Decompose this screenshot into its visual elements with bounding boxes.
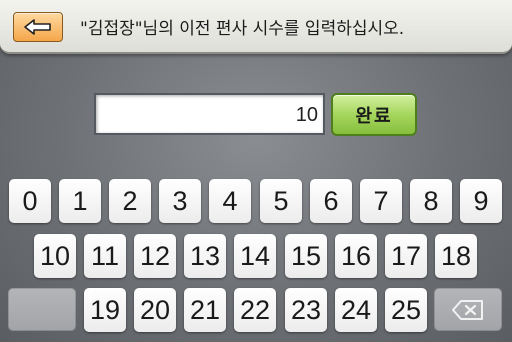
backspace-icon: [452, 299, 483, 320]
key-13[interactable]: 13: [184, 234, 226, 278]
back-button[interactable]: [13, 12, 63, 42]
key-16[interactable]: 16: [335, 234, 377, 278]
value-input[interactable]: 10: [94, 93, 325, 135]
value-text: 10: [295, 104, 318, 126]
key-10[interactable]: 10: [34, 234, 76, 278]
blank-key: [8, 288, 76, 331]
key-25[interactable]: 25: [385, 288, 427, 332]
key-2[interactable]: 2: [109, 179, 151, 223]
key-1[interactable]: 1: [59, 179, 101, 223]
key-18[interactable]: 18: [435, 234, 477, 278]
page-title: "김접장"님의 이전 편사 시수를 입력하십시오.: [80, 19, 405, 39]
done-button[interactable]: 완료: [331, 93, 417, 136]
delete-key[interactable]: [434, 288, 502, 331]
key-17[interactable]: 17: [385, 234, 427, 278]
key-11[interactable]: 11: [84, 234, 126, 278]
header-bar: "김접장"님의 이전 편사 시수를 입력하십시오.: [0, 0, 512, 54]
key-3[interactable]: 3: [159, 179, 201, 223]
key-6[interactable]: 6: [310, 179, 352, 223]
key-14[interactable]: 14: [234, 234, 276, 278]
key-23[interactable]: 23: [285, 288, 327, 332]
left-arrow-icon: [24, 19, 51, 35]
key-20[interactable]: 20: [134, 288, 176, 332]
key-19[interactable]: 19: [84, 288, 126, 332]
key-5[interactable]: 5: [260, 179, 302, 223]
key-15[interactable]: 15: [285, 234, 327, 278]
key-0[interactable]: 0: [9, 179, 51, 223]
key-4[interactable]: 4: [209, 179, 251, 223]
key-22[interactable]: 22: [234, 288, 276, 332]
key-7[interactable]: 7: [360, 179, 402, 223]
key-21[interactable]: 21: [184, 288, 226, 332]
key-8[interactable]: 8: [410, 179, 452, 223]
key-12[interactable]: 12: [134, 234, 176, 278]
key-24[interactable]: 24: [335, 288, 377, 332]
key-9[interactable]: 9: [460, 179, 502, 223]
